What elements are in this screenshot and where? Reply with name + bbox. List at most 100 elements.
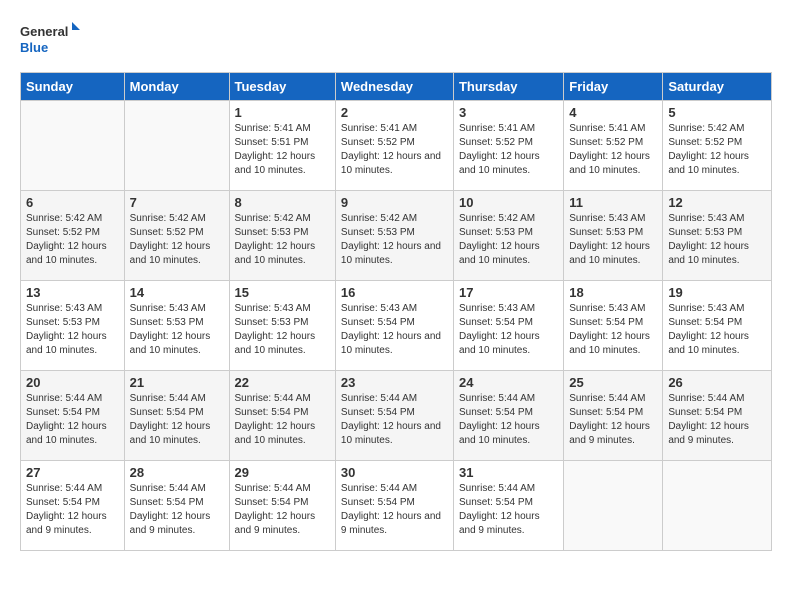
day-info: Sunrise: 5:43 AMSunset: 5:54 PMDaylight:… [341,302,448,358]
day-number: 20 [26,375,119,390]
calendar-cell: 23Sunrise: 5:44 AMSunset: 5:54 PMDayligh… [335,371,453,461]
day-number: 24 [459,375,558,390]
day-number: 6 [26,195,119,210]
day-info: Sunrise: 5:43 AMSunset: 5:53 PMDaylight:… [130,302,224,358]
calendar-cell: 5 Sunrise: 5:42 AMSunset: 5:52 PMDaylight… [663,101,772,191]
calendar-table: SundayMondayTuesdayWednesdayThursdayFrid… [20,72,772,551]
week-row-5: 27 Sunrise: 5:44 AMSunset: 5:54 PMDayligh… [21,461,772,551]
calendar-cell [663,461,772,551]
calendar-cell [564,461,663,551]
calendar-cell: 8 Sunrise: 5:42 AMSunset: 5:53 PMDaylight… [229,191,335,281]
calendar-cell: 6 Sunrise: 5:42 AMSunset: 5:52 PMDaylight… [21,191,125,281]
weekday-header-tuesday: Tuesday [229,73,335,101]
calendar-cell: 4 Sunrise: 5:41 AMSunset: 5:52 PMDaylight… [564,101,663,191]
day-info: Sunrise: 5:44 AMSunset: 5:54 PMDaylight:… [341,482,448,538]
day-number: 18 [569,285,657,300]
day-info: Sunrise: 5:44 AMSunset: 5:54 PMDaylight:… [26,482,119,538]
header: General Blue [20,20,772,62]
calendar-cell: 16 Sunrise: 5:43 AMSunset: 5:54 PMDayligh… [335,281,453,371]
day-info: Sunrise: 5:42 AMSunset: 5:53 PMDaylight:… [341,212,448,268]
svg-text:Blue: Blue [20,40,48,55]
calendar-cell [21,101,125,191]
calendar-cell: 31 Sunrise: 5:44 AMSunset: 5:54 PMDayligh… [453,461,563,551]
calendar-cell: 20Sunrise: 5:44 AMSunset: 5:54 PMDayligh… [21,371,125,461]
week-row-1: 1 Sunrise: 5:41 AMSunset: 5:51 PMDaylight… [21,101,772,191]
logo: General Blue [20,20,80,62]
calendar-cell: 18Sunrise: 5:43 AMSunset: 5:54 PMDayligh… [564,281,663,371]
day-number: 17 [459,285,558,300]
day-number: 16 [341,285,448,300]
calendar-cell: 15Sunrise: 5:43 AMSunset: 5:53 PMDayligh… [229,281,335,371]
calendar-cell: 26 Sunrise: 5:44 AMSunset: 5:54 PMDayligh… [663,371,772,461]
day-number: 3 [459,105,558,120]
day-number: 1 [235,105,330,120]
calendar-cell: 3 Sunrise: 5:41 AMSunset: 5:52 PMDaylight… [453,101,563,191]
calendar-cell: 19 Sunrise: 5:43 AMSunset: 5:54 PMDayligh… [663,281,772,371]
day-info: Sunrise: 5:44 AMSunset: 5:54 PMDaylight:… [668,392,766,448]
day-info: Sunrise: 5:43 AMSunset: 5:54 PMDaylight:… [459,302,558,358]
day-number: 5 [668,105,766,120]
day-number: 7 [130,195,224,210]
calendar-cell: 27 Sunrise: 5:44 AMSunset: 5:54 PMDayligh… [21,461,125,551]
day-info: Sunrise: 5:43 AMSunset: 5:54 PMDaylight:… [668,302,766,358]
day-info: Sunrise: 5:42 AMSunset: 5:53 PMDaylight:… [235,212,330,268]
calendar-cell: 10 Sunrise: 5:42 AMSunset: 5:53 PMDayligh… [453,191,563,281]
day-number: 4 [569,105,657,120]
day-info: Sunrise: 5:41 AMSunset: 5:52 PMDaylight:… [569,122,657,178]
calendar-cell: 11Sunrise: 5:43 AMSunset: 5:53 PMDayligh… [564,191,663,281]
day-number: 13 [26,285,119,300]
day-number: 2 [341,105,448,120]
calendar-cell: 28 Sunrise: 5:44 AMSunset: 5:54 PMDayligh… [124,461,229,551]
day-number: 22 [235,375,330,390]
calendar-cell: 30 Sunrise: 5:44 AMSunset: 5:54 PMDayligh… [335,461,453,551]
week-row-4: 20 Sunrise: 5:44 AMSunset: 5:54 PMDayligh… [21,371,772,461]
day-number: 14 [130,285,224,300]
day-info: Sunrise: 5:43 AMSunset: 5:53 PMDaylight:… [26,302,119,358]
day-number: 23 [341,375,448,390]
week-row-2: 6 Sunrise: 5:42 AMSunset: 5:52 PMDaylight… [21,191,772,281]
day-number: 19 [668,285,766,300]
day-info: Sunrise: 5:44 AMSunset: 5:54 PMDaylight:… [235,392,330,448]
day-info: Sunrise: 5:44 AMSunset: 5:54 PMDaylight:… [130,482,224,538]
day-info: Sunrise: 5:41 AMSunset: 5:52 PMDaylight:… [459,122,558,178]
day-info: Sunrise: 5:42 AMSunset: 5:53 PMDaylight:… [459,212,558,268]
day-info: Sunrise: 5:44 AMSunset: 5:54 PMDaylight:… [459,392,558,448]
weekday-header-saturday: Saturday [663,73,772,101]
day-number: 8 [235,195,330,210]
day-number: 27 [26,465,119,480]
day-info: Sunrise: 5:44 AMSunset: 5:54 PMDaylight:… [569,392,657,448]
calendar-cell [124,101,229,191]
day-number: 21 [130,375,224,390]
weekday-header-friday: Friday [564,73,663,101]
day-info: Sunrise: 5:42 AMSunset: 5:52 PMDaylight:… [26,212,119,268]
day-info: Sunrise: 5:42 AMSunset: 5:52 PMDaylight:… [130,212,224,268]
day-info: Sunrise: 5:44 AMSunset: 5:54 PMDaylight:… [235,482,330,538]
day-info: Sunrise: 5:41 AMSunset: 5:52 PMDaylight:… [341,122,448,178]
calendar-cell: 29Sunrise: 5:44 AMSunset: 5:54 PMDayligh… [229,461,335,551]
day-number: 9 [341,195,448,210]
day-number: 25 [569,375,657,390]
weekday-header-sunday: Sunday [21,73,125,101]
day-info: Sunrise: 5:44 AMSunset: 5:54 PMDaylight:… [130,392,224,448]
day-info: Sunrise: 5:43 AMSunset: 5:53 PMDaylight:… [569,212,657,268]
week-row-3: 13 Sunrise: 5:43 AMSunset: 5:53 PMDayligh… [21,281,772,371]
day-number: 28 [130,465,224,480]
calendar-cell: 1 Sunrise: 5:41 AMSunset: 5:51 PMDaylight… [229,101,335,191]
calendar-cell: 12Sunrise: 5:43 AMSunset: 5:53 PMDayligh… [663,191,772,281]
day-number: 10 [459,195,558,210]
day-number: 31 [459,465,558,480]
day-number: 30 [341,465,448,480]
calendar-cell: 17 Sunrise: 5:43 AMSunset: 5:54 PMDayligh… [453,281,563,371]
calendar-cell: 24 Sunrise: 5:44 AMSunset: 5:54 PMDayligh… [453,371,563,461]
calendar-cell: 2 Sunrise: 5:41 AMSunset: 5:52 PMDaylight… [335,101,453,191]
weekday-header-thursday: Thursday [453,73,563,101]
day-info: Sunrise: 5:43 AMSunset: 5:53 PMDaylight:… [235,302,330,358]
day-info: Sunrise: 5:42 AMSunset: 5:52 PMDaylight:… [668,122,766,178]
day-info: Sunrise: 5:44 AMSunset: 5:54 PMDaylight:… [459,482,558,538]
calendar-cell: 22 Sunrise: 5:44 AMSunset: 5:54 PMDayligh… [229,371,335,461]
weekday-header-wednesday: Wednesday [335,73,453,101]
day-number: 26 [668,375,766,390]
day-info: Sunrise: 5:41 AMSunset: 5:51 PMDaylight:… [235,122,330,178]
calendar-cell: 7 Sunrise: 5:42 AMSunset: 5:52 PMDaylight… [124,191,229,281]
day-number: 12 [668,195,766,210]
